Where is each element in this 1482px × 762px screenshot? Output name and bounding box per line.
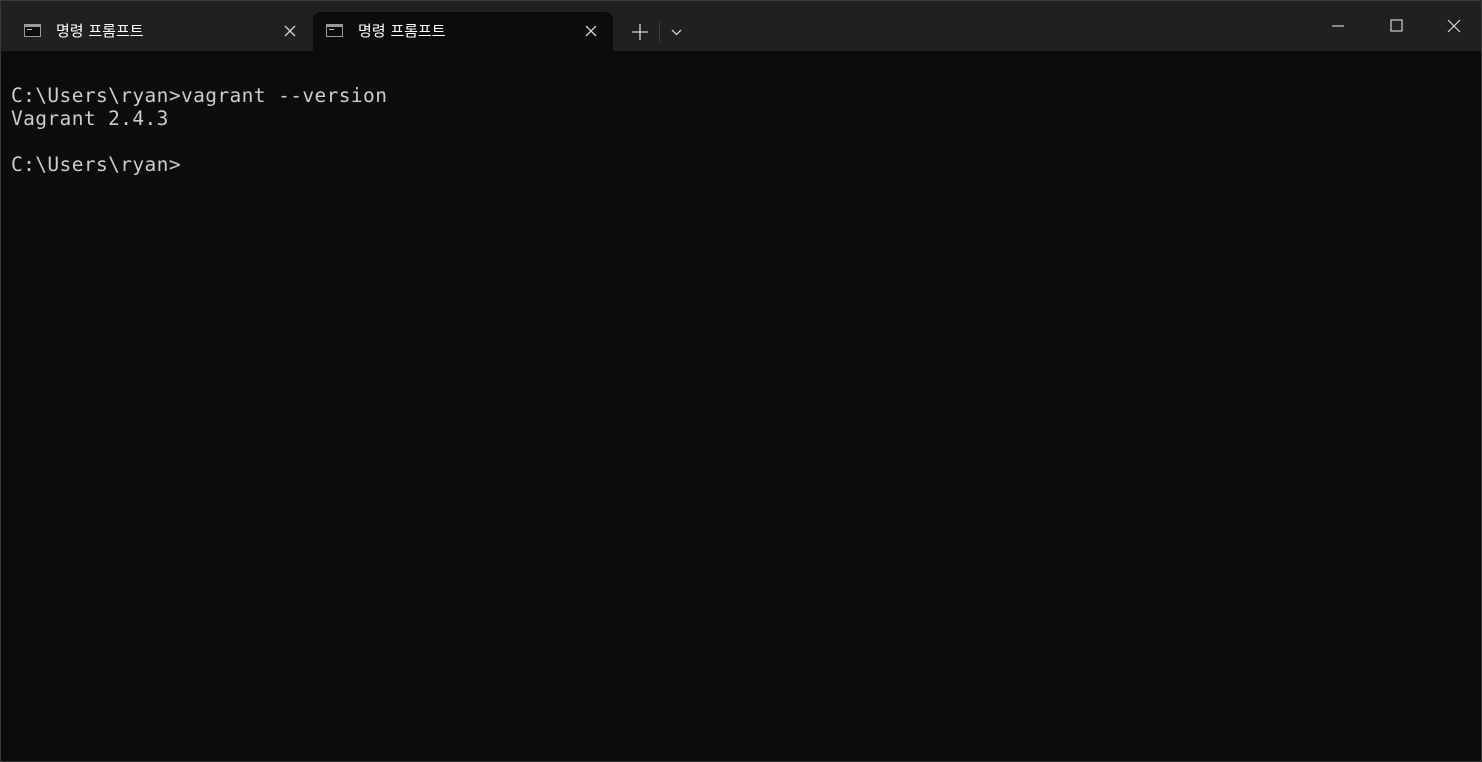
minimize-icon <box>1332 25 1344 27</box>
minimize-button[interactable] <box>1309 1 1367 51</box>
maximize-button[interactable] <box>1367 1 1425 51</box>
terminal-line: Vagrant 2.4.3 <box>11 107 169 130</box>
tab-label: 명령 프롬프트 <box>56 22 144 40</box>
terminal-output[interactable]: C:\Users\ryan>vagrant --version Vagrant … <box>1 51 1481 761</box>
tab-close-icon[interactable] <box>583 23 599 39</box>
title-bar[interactable]: 명령 프롬프트 명령 프롬프트 <box>1 1 1481 51</box>
tab-close-icon[interactable] <box>282 23 298 39</box>
toolbar-divider <box>659 21 660 43</box>
terminal-prompt-line: C:\Users\ryan> <box>11 153 181 176</box>
close-button[interactable] <box>1425 1 1481 51</box>
chevron-down-icon <box>671 29 682 36</box>
terminal-prompt: C:\Users\ryan> <box>11 153 181 176</box>
maximize-icon <box>1390 19 1403 32</box>
profile-dropdown-button[interactable] <box>665 17 689 47</box>
terminal-window: 명령 프롬프트 명령 프롬프트 C:\Users\ryan>vagrant --… <box>0 0 1482 762</box>
tab-command-prompt-2[interactable]: 명령 프롬프트 <box>313 12 613 51</box>
tab-label: 명령 프롬프트 <box>358 22 446 40</box>
command-prompt-icon <box>326 24 343 37</box>
command-prompt-icon <box>24 24 41 37</box>
terminal-line: C:\Users\ryan>vagrant --version <box>11 84 388 107</box>
plus-icon <box>632 24 648 40</box>
tab-command-prompt-1[interactable]: 명령 프롬프트 <box>11 12 312 51</box>
close-icon <box>1447 19 1461 33</box>
new-tab-button[interactable] <box>625 17 655 47</box>
